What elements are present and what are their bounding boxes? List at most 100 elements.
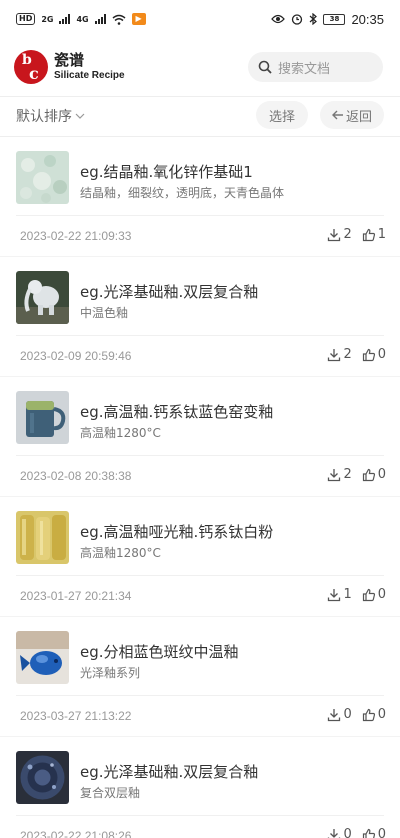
list-item[interactable]: eg.高温釉哑光釉.钙系钛白粉 高温釉1280°C 2023-01-27 20:… [0,497,400,617]
like-count[interactable]: 0 [362,467,386,482]
download-icon [328,228,341,241]
item-separator [16,695,384,696]
status-left: HD 2G 4G ▶ [16,13,146,25]
item-title: eg.高温釉.钙系钛蓝色窑变釉 [80,403,274,421]
download-icon [328,708,341,721]
download-icon [328,588,341,601]
item-separator [16,215,384,216]
item-subtitle: 结晶釉，细裂纹，透明底，天青色晶体 [80,186,285,200]
item-stats: 2 0 [317,347,386,362]
bluetooth-icon [310,13,318,25]
like-count[interactable]: 0 [362,587,386,602]
header-divider [0,96,400,97]
item-title: eg.结晶釉.氧化锌作基础1 [80,163,253,181]
thumbs-up-icon [362,468,375,481]
download-count-value: 2 [343,227,352,242]
download-icon [328,348,341,361]
download-count-value: 0 [343,827,352,838]
item-subtitle: 高温釉1280°C [80,546,161,560]
recipe-list: eg.结晶釉.氧化锌作基础1 结晶釉，细裂纹，透明底，天青色晶体 2023-02… [0,137,400,838]
app-header: b c 瓷谱 Silicate Recipe 搜索文档 [0,44,400,90]
item-date: 2023-02-08 20:38:38 [20,469,132,483]
item-stats: 2 1 [317,227,386,242]
search-input[interactable]: 搜索文档 [248,52,383,82]
item-title: eg.高温釉哑光釉.钙系钛白粉 [80,523,274,541]
thumbnail-elephant [16,271,69,324]
item-stats: 2 0 [317,467,386,482]
item-date: 2023-02-22 21:09:33 [20,229,132,243]
wifi-icon [112,14,126,25]
status-right: 38 20:35 [271,12,384,27]
thumbs-up-icon [362,228,375,241]
brand-name-cn: 瓷谱 [54,51,85,69]
item-separator [16,815,384,816]
download-count-value: 2 [343,347,352,362]
item-subtitle: 中温色釉 [80,306,129,320]
download-count[interactable]: 2 [327,467,352,482]
item-title: eg.分相蓝色斑纹中温釉 [80,643,239,661]
back-label: 返回 [345,109,372,125]
item-subtitle: 光泽釉系列 [80,666,141,680]
brand-name-en: Silicate Recipe [54,70,125,81]
download-icon [328,828,341,838]
signal-icon [59,14,71,24]
thumbs-up-icon [362,828,375,838]
download-count[interactable]: 2 [327,347,352,362]
download-count[interactable]: 1 [327,587,352,602]
like-count-value: 1 [377,227,386,242]
alarm-icon [292,14,303,25]
like-count-value: 0 [377,707,386,722]
like-count-value: 0 [377,587,386,602]
thumbs-up-icon [362,588,375,601]
back-button[interactable]: 返回 [320,101,384,129]
chevron-down-icon [75,113,85,119]
list-item[interactable]: eg.分相蓝色斑纹中温釉 光泽釉系列 2023-03-27 21:13:22 0… [0,617,400,737]
thumbnail-blue-fish [16,631,69,684]
search-icon [258,60,272,74]
eye-icon [271,14,286,24]
like-count[interactable]: 0 [362,347,386,362]
network-4g: 4G [76,14,89,24]
download-count[interactable]: 0 [327,827,352,838]
thumbs-up-icon [362,348,375,361]
thumbnail-mug [16,391,69,444]
signal-icon-2 [94,14,106,24]
select-button[interactable]: 选择 [256,101,308,129]
brand: 瓷谱 Silicate Recipe [54,51,125,83]
search-placeholder: 搜索文档 [278,61,331,77]
network-2g: 2G [41,14,54,24]
app-logo: b c [14,50,48,84]
thumbnail-plate [16,751,69,804]
app-notification-icon: ▶ [131,13,146,25]
download-count[interactable]: 0 [327,707,352,722]
download-icon [328,468,341,481]
status-bar: HD 2G 4G ▶ 38 20:35 [0,0,400,38]
item-stats: 0 0 [317,827,386,838]
list-item[interactable]: eg.光泽基础釉.双层复合釉 复合双层釉 2023-02-22 21:08:26… [0,737,400,838]
item-title: eg.光泽基础釉.双层复合釉 [80,283,259,301]
list-item[interactable]: eg.高温釉.钙系钛蓝色窑变釉 高温釉1280°C 2023-02-08 20:… [0,377,400,497]
like-count[interactable]: 0 [362,827,386,838]
list-item[interactable]: eg.结晶釉.氧化锌作基础1 结晶釉，细裂纹，透明底，天青色晶体 2023-02… [0,137,400,257]
download-count-value: 0 [343,707,352,722]
like-count-value: 0 [377,347,386,362]
item-subtitle: 高温釉1280°C [80,426,161,440]
download-count-value: 1 [343,587,352,602]
thumbnail-yellow-glaze [16,511,69,564]
toolbar: 默认排序 选择 返回 [0,100,400,132]
sort-dropdown[interactable]: 默认排序 [16,106,85,126]
item-date: 2023-02-09 20:59:46 [20,349,132,363]
item-stats: 0 0 [317,707,386,722]
download-count[interactable]: 2 [327,227,352,242]
item-stats: 1 0 [317,587,386,602]
thumbnail-crystal-glaze [16,151,69,204]
logo-letter-2: c [29,64,39,83]
thumbs-up-icon [362,708,375,721]
back-arrow-icon [331,110,343,120]
like-count[interactable]: 0 [362,707,386,722]
list-item[interactable]: eg.光泽基础釉.双层复合釉 中温色釉 2023-02-09 20:59:46 … [0,257,400,377]
battery-icon: 38 [323,13,346,25]
item-separator [16,335,384,336]
sort-label: 默认排序 [16,109,72,125]
like-count[interactable]: 1 [362,227,386,242]
